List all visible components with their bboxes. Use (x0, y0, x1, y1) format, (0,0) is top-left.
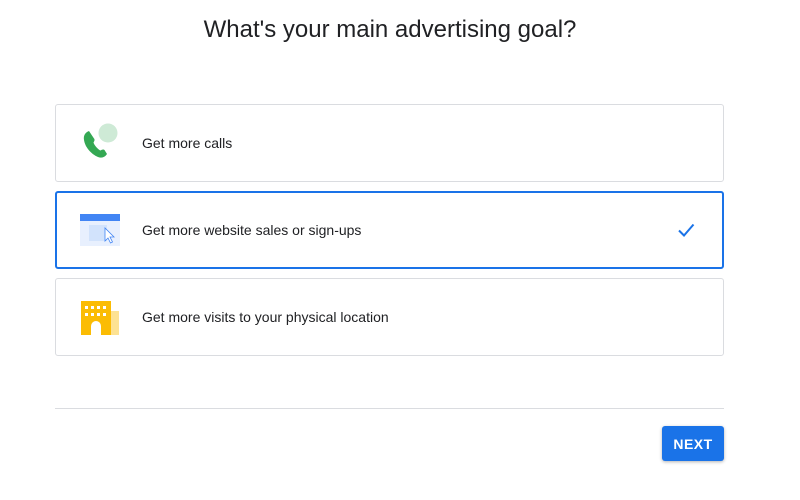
goal-option-label: Get more website sales or sign-ups (142, 222, 362, 238)
website-icon (78, 208, 122, 252)
advertising-goal-page: What's your main advertising goal? Get m… (0, 0, 800, 500)
goal-options-list: Get more calls Get more website sales or… (55, 104, 724, 365)
goal-option-website[interactable]: Get more website sales or sign-ups (55, 191, 724, 269)
phone-icon (78, 121, 122, 165)
storefront-icon (78, 295, 122, 339)
goal-option-visits[interactable]: Get more visits to your physical locatio… (55, 278, 724, 356)
goal-option-label: Get more calls (142, 135, 233, 151)
footer-divider (55, 408, 724, 409)
goal-option-calls[interactable]: Get more calls (55, 104, 724, 182)
next-button[interactable]: NEXT (662, 426, 724, 461)
page-title: What's your main advertising goal? (203, 16, 577, 43)
goal-option-label: Get more visits to your physical locatio… (142, 309, 389, 325)
checkmark-icon (676, 220, 696, 240)
